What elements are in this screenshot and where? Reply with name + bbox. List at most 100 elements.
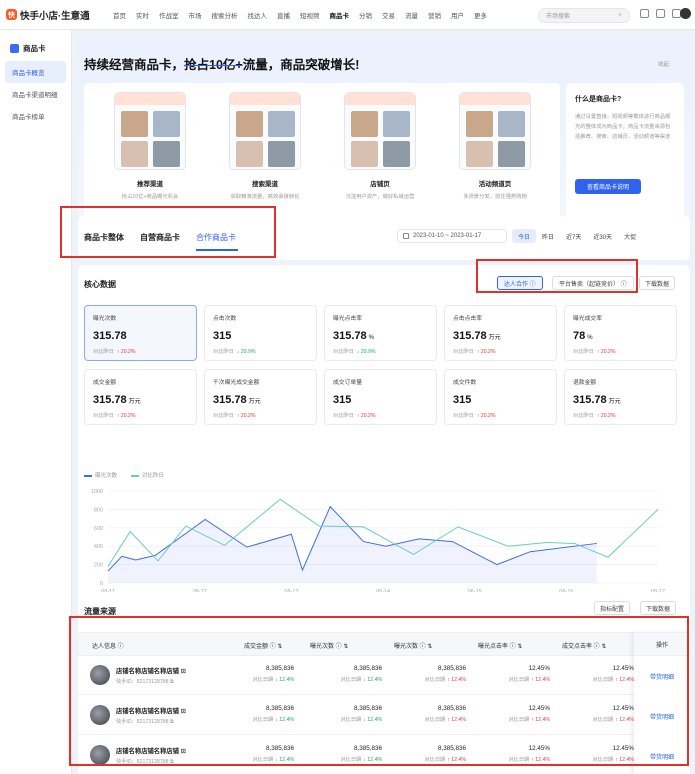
message-icon[interactable] (656, 9, 665, 18)
tab-cooperation[interactable]: 合作商品卡 (196, 232, 236, 243)
metric-number: 315.78 (213, 394, 247, 406)
search-input[interactable]: 市场搜索 (546, 11, 570, 20)
metric-card[interactable]: 点击次数 315 对比昨日 ↓ 29.9% (204, 305, 317, 361)
delta-value: 12.4% (535, 717, 550, 723)
nav-item-5[interactable]: 找达人 (243, 10, 273, 20)
influencer-id-text: 快手ID：82173128788 (116, 719, 169, 725)
delta-up: ↑ 12.4% (615, 757, 634, 763)
shop-link-icon[interactable]: ⊡ (179, 748, 186, 755)
cell-value: 8,385,836 (265, 705, 294, 712)
sidebar-item-2[interactable]: 商品卡榜单 (5, 105, 66, 127)
influencer-avatar[interactable] (90, 745, 110, 765)
column-header-2[interactable]: 曝光次数 ⓘ ⇅ (310, 641, 348, 650)
copy-icon[interactable]: ⧉ (169, 759, 174, 765)
download-traffic-button[interactable]: 下载数据 (640, 601, 677, 615)
metric-card[interactable]: 曝光点击率 315.78% 对比昨日 ↓ 29.9% (324, 305, 437, 361)
date-range-picker[interactable]: 2023-01-10 ~ 2023-01-17 (397, 229, 507, 243)
metric-value: 78% (573, 330, 668, 342)
column-header-5[interactable]: 成交点击率 ⓘ ⇅ (562, 641, 606, 650)
quick-filter-1[interactable]: 昨日 (536, 229, 560, 243)
column-header-1[interactable]: 成交金额 ⓘ ⇅ (244, 641, 282, 650)
sort-icon[interactable]: ⓘ ⇅ (334, 644, 349, 650)
operation-column: 操作 带货明细 带货明细 带货明细 (634, 632, 690, 774)
influencer-id: 快手ID：82173128788 ⧉ (116, 758, 174, 766)
channel-card-0[interactable]: 推荐渠道 抢占10亿+商品曝光机会 (104, 92, 196, 200)
influencer-name[interactable]: 店铺名称店铺名称店铺 ⊡ (116, 706, 186, 715)
influencer-name[interactable]: 店铺名称店铺名称店铺 ⊡ (116, 746, 186, 755)
nav-item-10[interactable]: 交易 (377, 10, 400, 20)
quick-filter-4[interactable]: 大促 (618, 229, 642, 243)
sort-icon[interactable]: ⓘ ⇅ (418, 644, 433, 650)
shop-link-icon[interactable]: ⊡ (179, 708, 186, 715)
quick-filter-0[interactable]: 今日 (512, 229, 537, 243)
sidebar-item-0[interactable]: 商品卡概览 (5, 61, 66, 83)
column-header-0[interactable]: 达人信息 ⓘ (92, 641, 124, 650)
toggle-influencer[interactable]: 达人合作 ⓘ (497, 276, 543, 290)
preview-tile (351, 111, 378, 137)
notification-icon[interactable] (640, 9, 649, 18)
channel-card-3[interactable]: 活动频道页 多场景分发，抓住强势购物 (449, 92, 541, 200)
nav-item-0[interactable]: 首页 (108, 10, 131, 20)
info-icon[interactable]: ⓘ (116, 644, 124, 650)
sort-icon[interactable]: ⓘ ⇅ (592, 644, 607, 650)
metric-card[interactable]: 成交金额 315.78 万元 对比昨日 ↑ 20.2% (84, 369, 197, 425)
nav-item-1[interactable]: 实时 (131, 10, 154, 20)
download-core-button[interactable]: 下载数据 (639, 276, 676, 290)
sort-icon[interactable]: ⓘ ⇅ (508, 644, 523, 650)
toggle-platform-sale[interactable]: 平台售卖（起链竞价） ⓘ (552, 276, 634, 290)
influencer-avatar[interactable] (90, 705, 110, 725)
delta-down: ↓ 12.4% (275, 757, 294, 763)
metric-card[interactable]: 曝光次数 315.78 对比昨日 ↑ 20.2% (84, 305, 197, 361)
user-avatar[interactable] (680, 8, 691, 19)
detail-link[interactable]: 带货明细 (634, 672, 690, 681)
market-search[interactable]: 市场搜索 ⌕ (538, 8, 630, 23)
metric-card[interactable]: 点击点击率 315.78 万元 对比昨日 ↑ 20.2% (444, 305, 557, 361)
nav-item-9[interactable]: 分销 (354, 10, 377, 20)
metric-card[interactable]: 成交订单量 315 对比昨日 ↑ 20.2% (324, 369, 437, 425)
nav-item-13[interactable]: 用户 (446, 10, 469, 20)
copy-icon[interactable]: ⧉ (169, 719, 174, 725)
quick-filter-2[interactable]: 近7天 (560, 229, 587, 243)
collapse-button[interactable]: 收起 (658, 60, 669, 68)
metric-card[interactable]: 曝光成交率 78% 对比昨日 ↑ 20.2% (564, 305, 677, 361)
metric-config-button[interactable]: 指标配置 (594, 601, 631, 615)
metric-card[interactable]: 退款金额 315.78 万元 对比昨日 ↑ 20.2% (564, 369, 677, 425)
channel-card-2[interactable]: 店铺页 沉淀用户资产，做好私域运营 (334, 92, 426, 200)
nav-item-14[interactable]: 更多 (469, 10, 492, 20)
app-logo[interactable]: 快 快手小店·生意通 (6, 8, 102, 22)
tab-overall[interactable]: 商品卡整体 (84, 232, 124, 243)
sidebar-item-1[interactable]: 商品卡渠道明细 (5, 83, 66, 105)
legend-series-0[interactable]: 曝光次数 (84, 471, 117, 479)
column-header-4[interactable]: 曝光点击率 ⓘ ⇅ (478, 641, 522, 650)
quick-filter-3[interactable]: 近30天 (587, 229, 618, 243)
view-explanation-button[interactable]: 查看商品卡说明 (575, 179, 641, 194)
detail-link[interactable]: 带货明细 (634, 752, 690, 761)
influencer-avatar[interactable] (90, 665, 110, 685)
channel-card-1[interactable]: 搜索渠道 获取精准流量，高效承接转化 (219, 92, 311, 200)
column-header-3[interactable]: 曝光次数 ⓘ ⇅ (394, 641, 432, 650)
tab-self-operated[interactable]: 自营商品卡 (140, 232, 180, 243)
nav-item-3[interactable]: 市场 (184, 10, 207, 20)
influencer-name[interactable]: 店铺名称店铺名称店铺 ⊡ (116, 666, 186, 675)
metric-card[interactable]: 千次曝光成交金额 315.78 万元 对比昨日 ↑ 20.2% (204, 369, 317, 425)
nav-item-7[interactable]: 短视频 (295, 10, 325, 20)
delta-value: 20.2% (600, 349, 616, 355)
detail-link[interactable]: 带货明细 (634, 712, 690, 721)
preview-tile (466, 111, 493, 137)
sort-icon[interactable]: ⓘ ⇅ (268, 644, 283, 650)
search-icon[interactable]: ⌕ (619, 12, 622, 19)
y-tick-label: 0 (100, 581, 103, 587)
product-card-icon (10, 44, 19, 53)
nav-item-8[interactable]: 商品卡 (325, 10, 355, 20)
metric-card[interactable]: 成交件数 315 对比昨日 ↑ 20.2% (444, 369, 557, 425)
nav-item-12[interactable]: 营销 (423, 10, 446, 20)
legend-series-1[interactable]: 对比昨日 (131, 471, 164, 479)
copy-icon[interactable]: ⧉ (169, 679, 174, 685)
nav-item-4[interactable]: 搜索分析 (207, 10, 243, 20)
shop-link-icon[interactable]: ⊡ (179, 668, 186, 675)
nav-item-6[interactable]: 直播 (272, 10, 295, 20)
nav-item-2[interactable]: 作战室 (154, 10, 184, 20)
table-cell: 8,385,836 对比日期 ↓ 12.4% (312, 665, 382, 683)
influencer-id: 快手ID：82173128788 ⧉ (116, 718, 174, 726)
nav-item-11[interactable]: 流量 (400, 10, 423, 20)
